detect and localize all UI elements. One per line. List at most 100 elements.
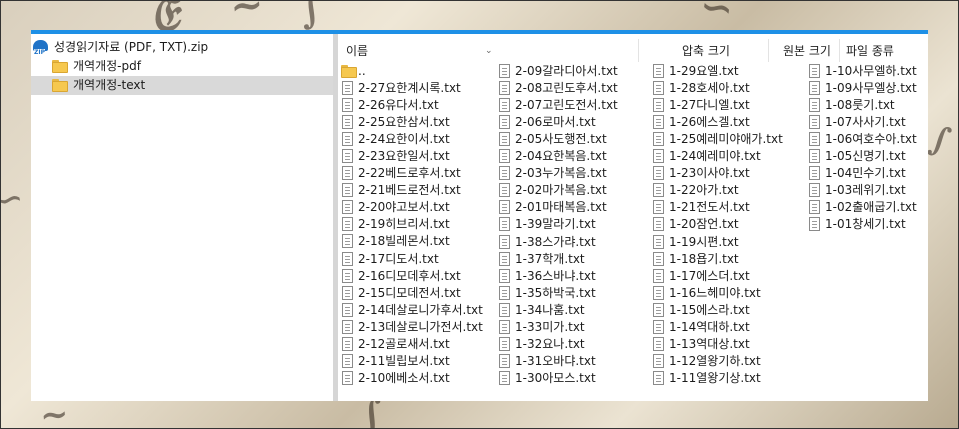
file-name: 1-33미가.txt [515,319,585,334]
file-name: 1-03레위기.txt [825,183,906,198]
text-file-icon [653,268,664,283]
file-name: 1-34나훔.txt [515,302,585,317]
column-header-label: 압축 크기 [682,44,730,58]
text-file-icon [653,217,664,232]
file-name: 2-20야고보서.txt [358,200,450,215]
file-name: 2-24요한이서.txt [358,132,450,147]
text-file-icon [653,353,664,368]
tree-item-pdf-folder[interactable]: 개역개정-pdf [31,57,333,76]
file-name: 1-05신명기.txt [825,149,906,164]
file-name: 2-01마태복음.txt [515,200,607,215]
text-file-icon [809,217,820,232]
file-name: 2-18빌레몬서.txt [358,234,450,249]
file-name: 1-08룻기.txt [825,98,895,113]
file-name: 1-36스바냐.txt [515,268,596,283]
text-file-icon [809,132,820,147]
text-file-icon [653,98,664,113]
file-name: 2-21베드로전서.txt [358,183,461,198]
column-divider[interactable] [638,39,639,62]
file-name: 2-17디도서.txt [358,251,439,266]
file-list-pane: 이름 ⌄ 압축 크기 원본 크기 파일 종류 .. 2-27요한계시록.txt 2… [338,34,928,401]
file-name: 2-19히브리서.txt [358,217,450,232]
file-name: 1-19시편.txt [669,234,739,249]
chevron-down-icon: ⌄ [485,46,493,56]
text-file-icon [342,319,353,334]
file-name: 1-22아가.txt [669,183,739,198]
file-name: 1-12열왕기하.txt [669,353,761,368]
text-file-icon [342,353,353,368]
column-header-original-size[interactable]: 원본 크기 [783,38,831,64]
file-name: 2-16디모데후서.txt [358,268,461,283]
text-file-icon [653,302,664,317]
text-file-icon [499,64,510,78]
file-name: 2-04요한복음.txt [515,149,607,164]
text-file-icon [809,149,820,164]
file-name: 1-29요엘.txt [669,64,739,78]
file-name: 1-25예레미야애가.txt [669,132,783,147]
text-file-icon [342,370,353,385]
file-name: 1-20잠언.txt [669,217,739,232]
text-file-icon [499,251,510,266]
text-file-icon [809,166,820,181]
file-name: 1-30아모스.txt [515,370,596,385]
text-file-icon [499,302,510,317]
file-name: 1-02출애굽기.txt [825,200,917,215]
tree-item-label: 성경읽기자료 (PDF, TXT).zip [54,40,209,54]
column-header-label: 원본 크기 [783,44,831,58]
text-file-icon [342,115,353,130]
file-name: 1-17에스더.txt [669,268,750,283]
text-file-icon [653,251,664,266]
text-file-icon [653,336,664,351]
column-header-label: 이름 [346,44,369,58]
text-file-icon [342,183,353,198]
file-name: 1-04민수기.txt [825,166,906,181]
text-file-icon [499,183,510,198]
text-file-icon [653,370,664,385]
file-name: 1-23이사야.txt [669,166,750,181]
file-name: 1-18욥기.txt [669,251,739,266]
text-file-icon [653,81,664,96]
file-name: 1-31오바댜.txt [515,353,596,368]
text-file-icon [342,98,353,113]
column-header-compressed-size[interactable]: 압축 크기 [682,38,730,64]
file-name: 2-23요한일서.txt [358,149,450,164]
file-name: 2-14데살로니가후서.txt [358,302,483,317]
file-name: 2-06로마서.txt [515,115,596,130]
column-header-label: 파일 종류 [846,44,894,58]
file-name: 1-37학개.txt [515,251,585,266]
column-divider[interactable] [839,39,840,62]
up-folder-item[interactable]: .. [341,63,481,80]
column-divider[interactable] [768,39,769,62]
text-file-icon [499,115,510,130]
file-name: 1-06여호수아.txt [825,132,917,147]
text-file-icon [653,149,664,164]
text-file-icon [809,200,820,215]
file-name: 1-11열왕기상.txt [669,370,761,385]
text-file-icon [342,336,353,351]
file-name: 2-08고린도후서.txt [515,81,618,96]
text-file-icon [499,336,510,351]
zip-icon: ZIP [33,40,48,56]
file-name: 2-07고린도전서.txt [515,98,618,113]
file-name: 1-10사무엘하.txt [825,64,917,78]
text-file-icon [653,234,664,249]
text-file-icon [499,370,510,385]
text-file-icon [499,353,510,368]
text-file-icon [342,268,353,283]
tree-item-text-folder[interactable]: 개역개정-text [31,76,333,95]
file-name: 2-22베드로후서.txt [358,166,461,181]
text-file-icon [809,81,820,96]
text-file-icon [342,302,353,317]
text-file-icon [342,149,353,164]
text-file-icon [342,217,353,232]
column-header-file-type[interactable]: 파일 종류 [846,38,894,64]
file-name: 2-05사도행전.txt [515,132,607,147]
text-file-icon [809,64,820,78]
file-name: 1-38스가랴.txt [515,234,596,249]
file-name: 2-13데살로니가전서.txt [358,319,483,334]
column-header-name[interactable]: 이름 ⌄ [338,38,646,64]
file-name: 1-27다니엘.txt [669,98,750,113]
tree-item-archive-root[interactable]: ZIP 성경읽기자료 (PDF, TXT).zip [31,38,333,57]
file-name: 1-14역대하.txt [669,319,750,334]
text-file-icon [653,166,664,181]
